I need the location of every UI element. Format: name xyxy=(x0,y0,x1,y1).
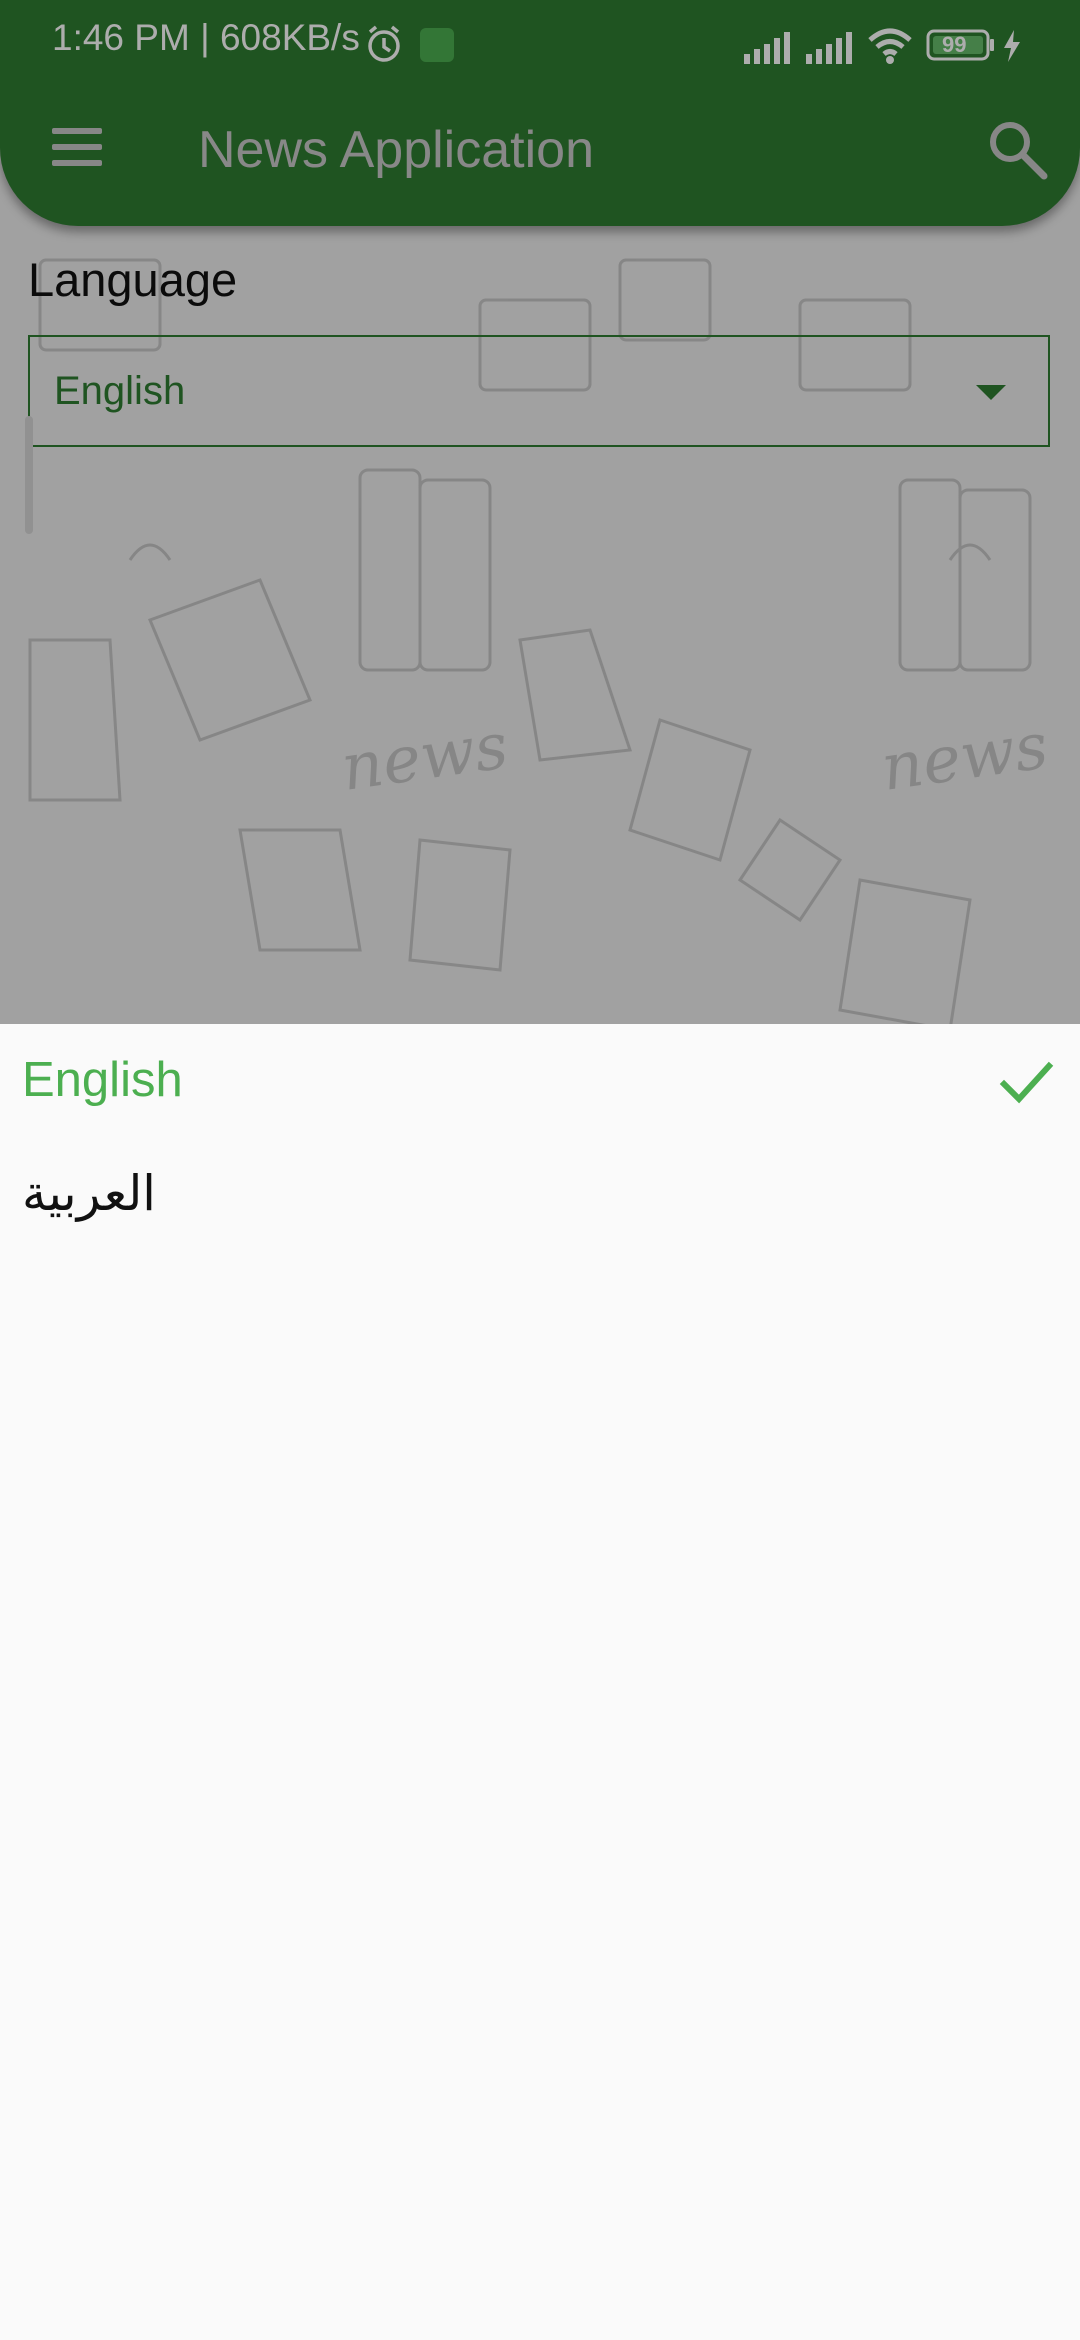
language-option-arabic[interactable]: العربية xyxy=(0,1138,1080,1252)
language-options-sheet: English العربية xyxy=(0,1024,1080,2340)
language-option-english[interactable]: English xyxy=(0,1024,1080,1138)
language-option-label: العربية xyxy=(22,1165,156,1222)
screen: news news 1:46 PM | 608KB/s 99 News Appl… xyxy=(0,0,1080,2340)
language-option-label: English xyxy=(22,1053,183,1107)
modal-scrim[interactable] xyxy=(0,0,1080,1024)
check-icon xyxy=(999,1061,1054,1104)
